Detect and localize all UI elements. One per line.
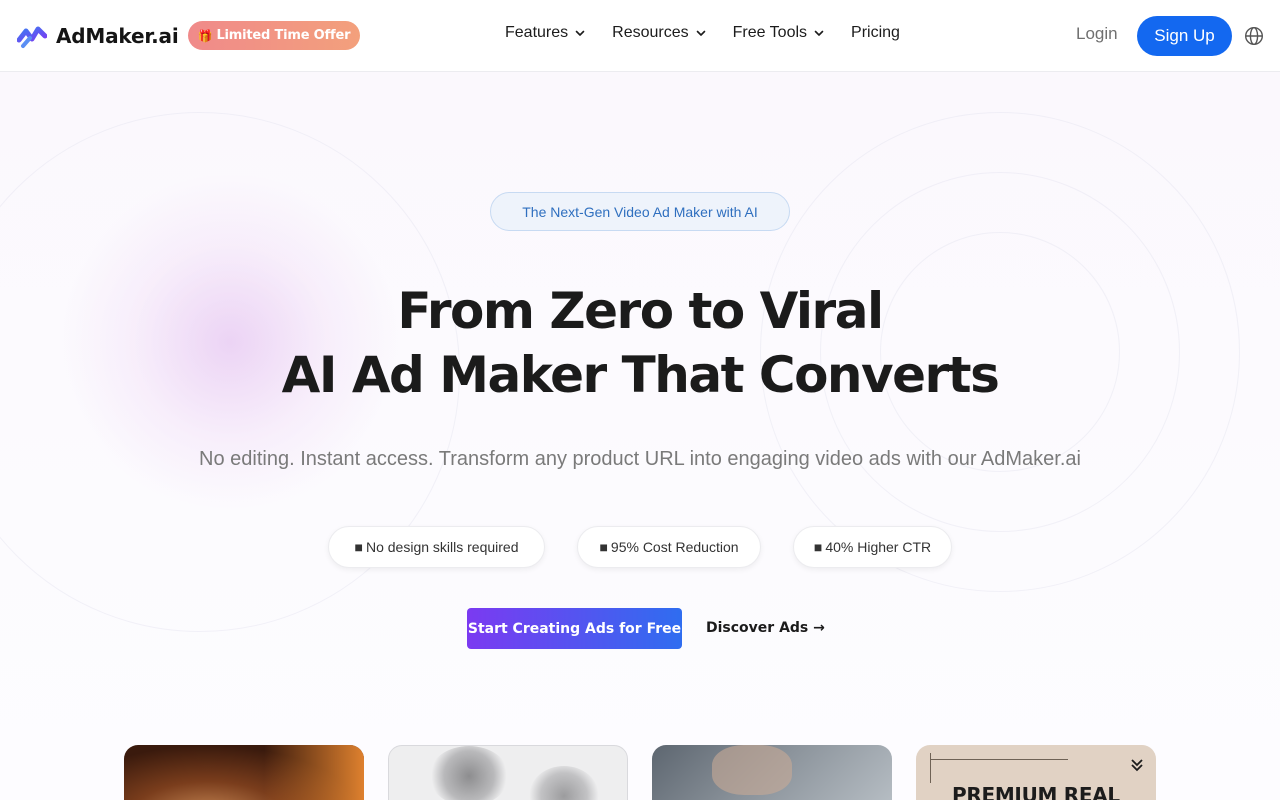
chevron-down-icon — [696, 30, 705, 36]
feature-label: 95% Cost Reduction — [610, 539, 739, 555]
top-nav-bar: AdMaker.ai 🎁 Limited Time Offer Features… — [0, 0, 1280, 72]
card-caption: PREMIUM REAL — [952, 783, 1120, 800]
hero-section — [0, 72, 1280, 800]
card-decor-line — [930, 759, 1068, 760]
showcase-card[interactable] — [652, 745, 892, 800]
feature-label: 40% Higher CTR — [825, 539, 932, 555]
showcase-card[interactable]: PREMIUM REAL — [916, 745, 1156, 800]
nav-item-label: Resources — [612, 24, 689, 41]
card-decor-line — [930, 753, 931, 783]
chevron-down-icon — [575, 30, 585, 36]
nav-item-label: Pricing — [851, 24, 900, 41]
offer-label: Limited Time Offer — [216, 28, 351, 43]
hero-headline-line-1: From Zero to Viral — [397, 282, 884, 340]
logo-icon — [17, 26, 47, 48]
main-nav: Features Resources Free Tools Pricing — [505, 24, 927, 42]
card-thumbnail — [264, 745, 364, 800]
nav-item-label: Free Tools — [732, 24, 808, 41]
hero-tag: The Next-Gen Video Ad Maker with AI — [490, 192, 790, 231]
check-icon: ■ — [813, 539, 823, 555]
chevron-down-icon — [814, 30, 824, 36]
check-icon: ■ — [599, 539, 608, 555]
gift-icon: 🎁 — [197, 28, 213, 43]
card-thumbnail — [712, 745, 792, 795]
check-icon: ■ — [354, 539, 363, 555]
sign-up-button[interactable]: Sign Up — [1137, 16, 1232, 56]
nav-item-pricing[interactable]: Pricing — [851, 24, 900, 42]
brand-logo[interactable]: AdMaker.ai — [17, 22, 179, 50]
brand-name: AdMaker.ai — [56, 24, 179, 48]
feature-label: No design skills required — [365, 539, 519, 555]
card-thumbnail — [429, 746, 509, 800]
nav-item-resources[interactable]: Resources — [612, 24, 705, 42]
nav-item-features[interactable]: Features — [505, 24, 585, 42]
feature-chip-cost: ■ 95% Cost Reduction — [577, 526, 761, 568]
showcase-card[interactable] — [388, 745, 628, 800]
feature-chip-no-design: ■ No design skills required — [328, 526, 545, 568]
double-chevron-down-icon — [1131, 759, 1143, 772]
hero-subtitle: No editing. Instant access. Transform an… — [199, 448, 1081, 470]
discover-ads-link[interactable]: Discover Ads → — [706, 620, 825, 636]
feature-chip-ctr: ■ 40% Higher CTR — [793, 526, 952, 568]
start-creating-button[interactable]: Start Creating Ads for Free — [467, 608, 682, 649]
limited-offer-badge[interactable]: 🎁 Limited Time Offer — [188, 21, 360, 50]
card-thumbnail — [529, 766, 599, 800]
nav-item-free-tools[interactable]: Free Tools — [733, 24, 824, 42]
showcase-card[interactable] — [124, 745, 364, 800]
nav-item-label: Features — [505, 24, 569, 41]
hero-headline-line-2: AI Ad Maker That Converts — [281, 346, 1000, 404]
globe-icon[interactable] — [1244, 26, 1264, 46]
login-link[interactable]: Login — [1076, 24, 1118, 44]
